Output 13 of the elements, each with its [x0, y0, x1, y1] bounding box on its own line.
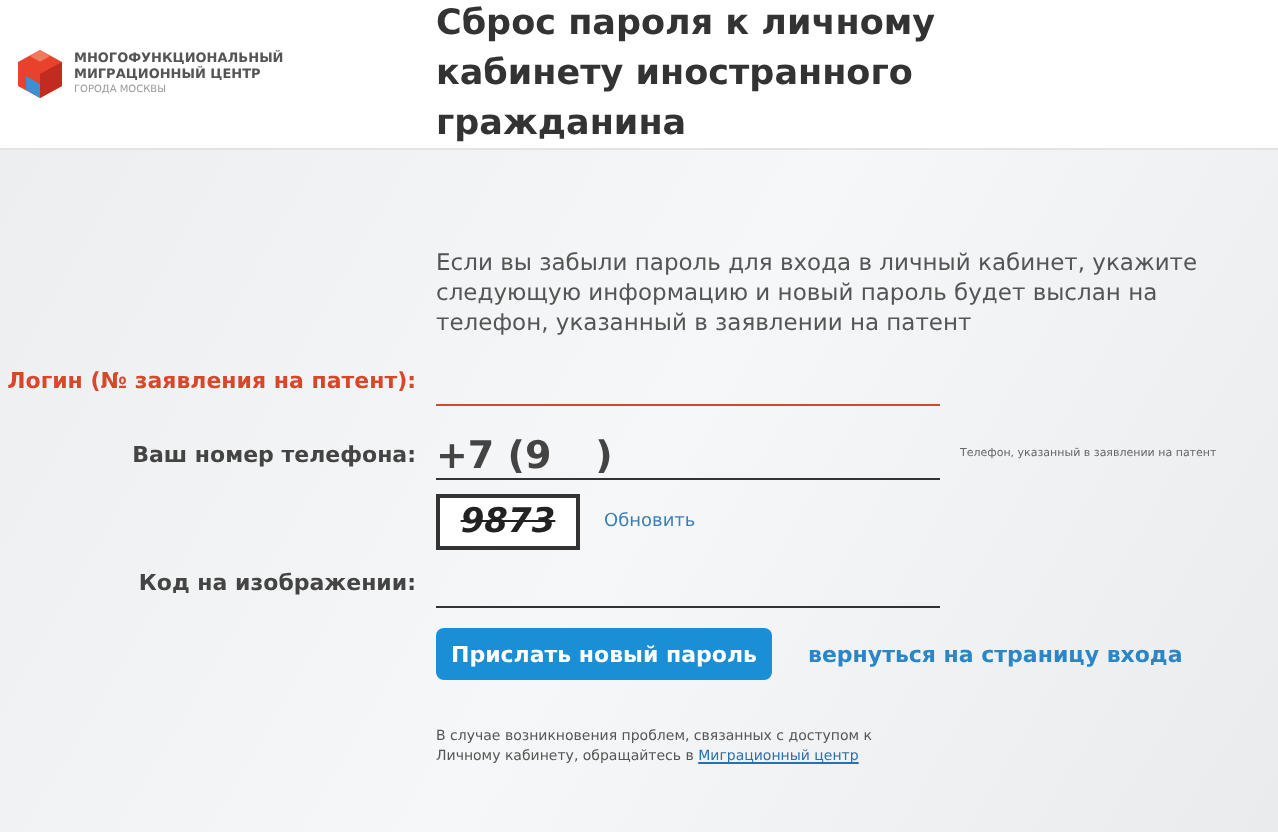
phone-field[interactable]: +7 (9 ) — [436, 426, 940, 480]
back-link[interactable]: вернуться на страницу входа — [808, 641, 1183, 667]
phone-prefix: +7 (9 — [436, 434, 552, 478]
refresh-link[interactable]: Обновить — [604, 512, 696, 532]
field-label: Код на изображении: — [136, 570, 416, 600]
page-title: Сброс пароля к личному кабинету иностранного гражданина — [436, 1, 938, 147]
captcha-image: 9873 — [436, 494, 580, 550]
intro-text: Если вы забыли пароль для входа в личный кабинет, укажите следующую информацию и новый пароль будет выслан на телефон, указанный в заявлении на патент — [436, 248, 1200, 338]
cube-logo-icon — [16, 48, 64, 100]
submit-button[interactable]: Прислать новый пароль — [436, 628, 772, 680]
phone-suffix: ) — [595, 434, 613, 478]
field-label: Логин (№ заявления на патент): — [5, 368, 416, 398]
field-label: Ваш номер телефона: — [130, 442, 416, 472]
